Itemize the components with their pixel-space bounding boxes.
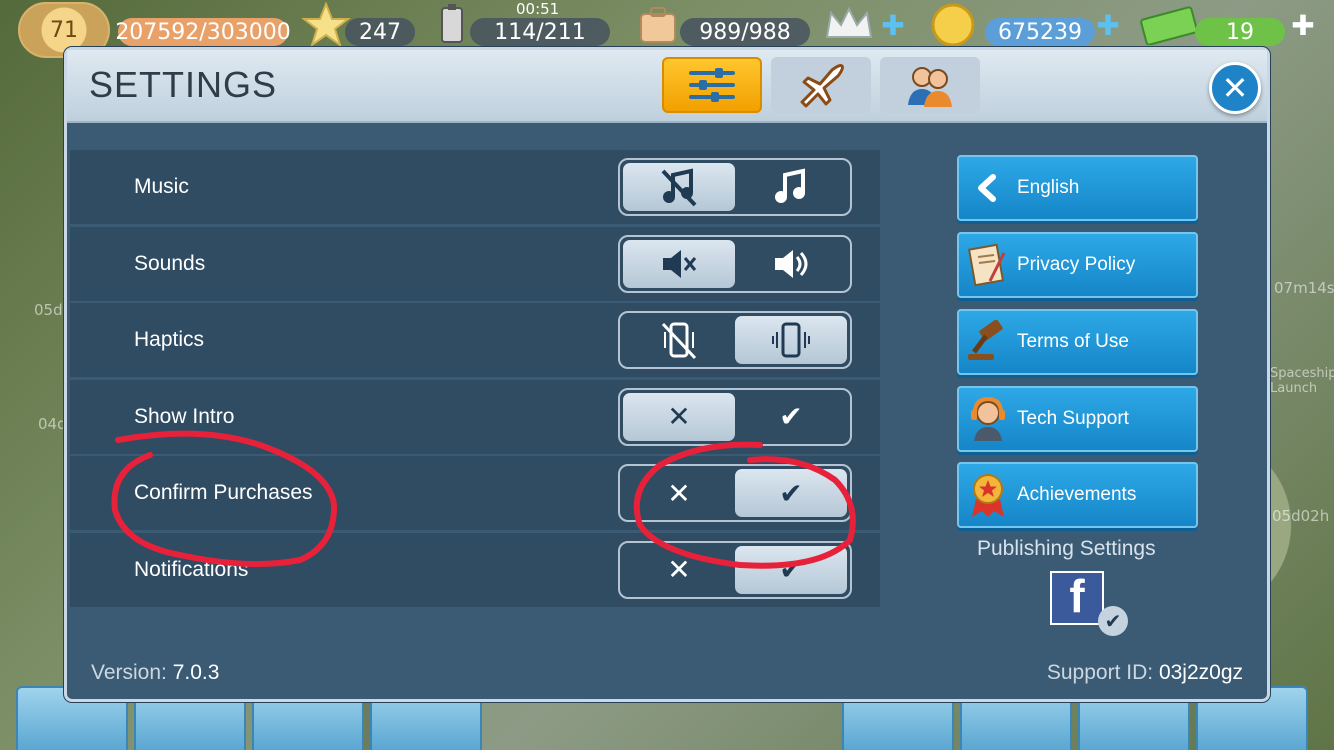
- right-timer-2: 05d02h: [1272, 507, 1330, 525]
- close-button[interactable]: ✕: [1209, 62, 1261, 114]
- document-icon: [959, 243, 1017, 287]
- close-icon: ✕: [1221, 69, 1249, 107]
- cargo-icon: [628, 2, 688, 48]
- settings-list: Music Sounds Haptics Show Intro ✕ ✔ Conf…: [70, 150, 880, 609]
- chevron-left-icon: [959, 173, 1017, 203]
- support-id-text: Support ID: 03j2z0gz: [1046, 661, 1243, 684]
- confirm-purchases-toggle[interactable]: ✕ ✔: [618, 464, 852, 522]
- privacy-policy-button[interactable]: Privacy Policy: [957, 232, 1198, 298]
- support-id-value: 03j2z0gz: [1158, 661, 1243, 684]
- left-timer-2: 04d: [38, 415, 67, 433]
- gavel-icon: [959, 320, 1017, 364]
- sounds-toggle[interactable]: [618, 234, 852, 293]
- notifications-toggle[interactable]: ✕ ✔: [618, 540, 852, 599]
- music-toggle[interactable]: [618, 158, 852, 216]
- version-value: 7.0.3: [172, 661, 220, 684]
- coin-icon: [918, 2, 988, 48]
- xp-counter: 207592/303000: [115, 18, 291, 46]
- setting-row-confirm-purchases: Confirm Purchases ✕ ✔: [70, 456, 880, 530]
- notifications-on-option[interactable]: ✔: [735, 545, 847, 594]
- music-off-option[interactable]: [623, 163, 735, 211]
- language-label: English: [1017, 177, 1080, 198]
- setting-row-sounds: Sounds: [70, 226, 880, 301]
- coins-counter: 675239: [985, 18, 1095, 46]
- tab-airplane[interactable]: [771, 57, 871, 113]
- vibrate-on-icon: [772, 322, 810, 358]
- haptics-on-option[interactable]: [735, 316, 847, 364]
- music-on-option[interactable]: [735, 163, 847, 211]
- achievements-label: Achievements: [1017, 484, 1137, 505]
- add-crown-icon[interactable]: ✚: [878, 2, 908, 48]
- sounds-on-option[interactable]: [735, 240, 847, 288]
- vibrate-off-icon: [661, 322, 697, 360]
- top-hud: 71 207592/303000 247 00:51 114/211 989/9…: [0, 0, 1334, 58]
- setting-row-music: Music: [70, 150, 880, 224]
- setting-label: Haptics: [134, 328, 205, 351]
- tech-support-label: Tech Support: [1017, 408, 1129, 429]
- dialog-header: SETTINGS ✕: [67, 50, 1267, 123]
- check-icon: ✔: [779, 553, 803, 586]
- setting-label: Confirm Purchases: [134, 481, 313, 504]
- show-intro-on-option[interactable]: ✔: [735, 393, 847, 441]
- achievements-button[interactable]: Achievements: [957, 462, 1198, 528]
- left-timer-1: 05d: [34, 301, 63, 319]
- x-icon: ✕: [667, 476, 691, 510]
- sounds-off-option[interactable]: [623, 239, 735, 288]
- language-button[interactable]: English: [957, 155, 1198, 221]
- confirm-purchases-on-option[interactable]: ✔: [735, 469, 847, 517]
- sliders-icon: [689, 68, 735, 102]
- settings-dialog: SETTINGS ✕ Music Sounds Haptics Show Int…: [64, 47, 1270, 702]
- x-icon: ✕: [667, 553, 691, 586]
- right-event-label: Spaceship Launch: [1270, 366, 1334, 396]
- medal-icon: [959, 471, 1017, 519]
- fuel-counter: 114/211: [470, 18, 610, 46]
- setting-row-haptics: Haptics: [70, 303, 880, 377]
- terms-of-use-button[interactable]: Terms of Use: [957, 309, 1198, 375]
- tab-settings[interactable]: [662, 57, 762, 113]
- cash-icon: [1135, 2, 1205, 48]
- check-icon: ✔: [779, 400, 803, 433]
- clock-time: 00:51: [516, 0, 560, 18]
- privacy-policy-label: Privacy Policy: [1017, 254, 1136, 275]
- haptics-toggle[interactable]: [618, 311, 852, 369]
- stars-counter: 247: [345, 18, 415, 46]
- airplane-icon: [800, 64, 844, 108]
- setting-label: Notifications: [134, 557, 249, 581]
- setting-label: Music: [134, 175, 189, 198]
- check-icon: ✔: [779, 476, 803, 510]
- crown-icon[interactable]: [818, 2, 880, 48]
- terms-of-use-label: Terms of Use: [1017, 331, 1129, 352]
- tech-support-button[interactable]: Tech Support: [957, 386, 1198, 452]
- facebook-icon: f: [1069, 570, 1085, 622]
- facebook-connected-check-icon: ✔: [1098, 606, 1128, 636]
- setting-row-show-intro: Show Intro ✕ ✔: [70, 379, 880, 454]
- setting-row-notifications: Notifications ✕ ✔: [70, 532, 880, 607]
- notifications-off-option[interactable]: ✕: [623, 546, 735, 594]
- music-on-icon: [775, 168, 805, 203]
- setting-label: Show Intro: [134, 404, 235, 428]
- sound-on-icon: [775, 249, 808, 278]
- dialog-title: SETTINGS: [89, 64, 278, 105]
- show-intro-off-option[interactable]: ✕: [623, 392, 735, 441]
- right-timer-1: 07m14s: [1274, 279, 1334, 297]
- cash-counter: 19: [1195, 18, 1285, 46]
- sound-off-icon: [663, 249, 697, 278]
- version-text: Version: 7.0.3: [91, 661, 220, 684]
- show-intro-toggle[interactable]: ✕ ✔: [618, 387, 852, 446]
- people-icon: [908, 67, 952, 107]
- x-icon: ✕: [667, 400, 691, 433]
- headset-icon: [959, 395, 1017, 443]
- confirm-purchases-off-option[interactable]: ✕: [623, 469, 735, 517]
- add-cash-icon[interactable]: ✚: [1288, 2, 1318, 48]
- facebook-button[interactable]: f: [1050, 570, 1104, 625]
- haptics-off-option[interactable]: [623, 316, 735, 364]
- publishing-settings-label: Publishing Settings: [977, 537, 1156, 560]
- cargo-counter: 989/988: [680, 18, 810, 46]
- add-coins-icon[interactable]: ✚: [1093, 2, 1123, 48]
- setting-label: Sounds: [134, 251, 206, 275]
- tab-people[interactable]: [880, 57, 980, 113]
- music-off-icon: [661, 168, 697, 207]
